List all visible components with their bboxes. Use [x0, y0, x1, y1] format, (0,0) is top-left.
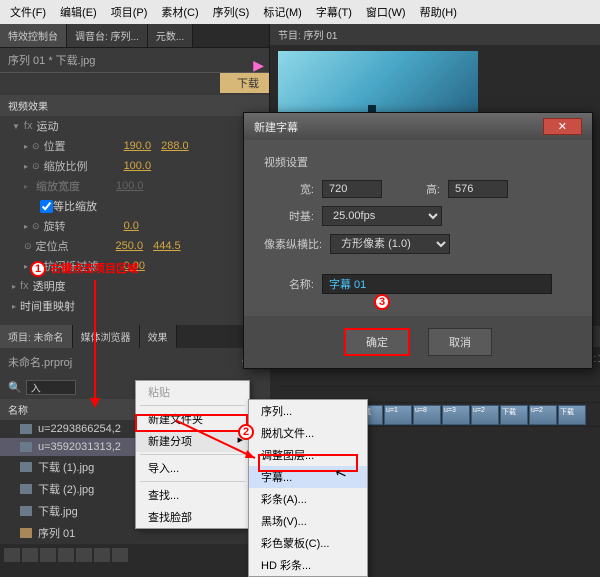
- search-icon[interactable]: 🔍: [8, 381, 22, 394]
- position-y[interactable]: 288.0: [161, 140, 189, 152]
- timeremap-label[interactable]: 时间重映射: [20, 298, 75, 314]
- motion-label[interactable]: 运动: [36, 118, 58, 134]
- ctx-find-face[interactable]: 查找脸部: [136, 506, 249, 528]
- menu-file[interactable]: 文件(F): [4, 2, 52, 22]
- badge-3: 3: [374, 294, 390, 310]
- sub-matte[interactable]: 彩色蒙板(C)...: [249, 532, 367, 554]
- stopwatch-icon[interactable]: ⊙: [32, 141, 40, 152]
- title-name-input[interactable]: [322, 274, 552, 294]
- timeline-clip[interactable]: u=2: [529, 405, 557, 425]
- ctx-import[interactable]: 导入...: [136, 457, 249, 479]
- sub-title[interactable]: 字幕...: [249, 466, 367, 488]
- find-icon[interactable]: [58, 548, 74, 562]
- timeline-clip[interactable]: u=1: [384, 405, 412, 425]
- ok-button[interactable]: 确定: [344, 328, 410, 356]
- context-menu: 粘贴 新建文件夹 新建分项▸ 导入... 查找... 查找脸部: [135, 380, 250, 529]
- search-input[interactable]: [26, 380, 76, 395]
- anchor-x[interactable]: 250.0: [116, 240, 144, 252]
- auto-icon[interactable]: [40, 548, 56, 562]
- timeline-clips[interactable]: 下载 u=1 u=8 u=3 u=2 下载 u=2 下载: [350, 405, 600, 425]
- sub-hd[interactable]: HD 彩条...: [249, 554, 367, 576]
- timeline-clip[interactable]: 下载: [500, 405, 528, 425]
- tab-fx[interactable]: 效果: [140, 325, 177, 348]
- cancel-button[interactable]: 取消: [428, 328, 492, 356]
- scale-value[interactable]: 100.0: [124, 160, 152, 172]
- timeline-clip[interactable]: u=8: [413, 405, 441, 425]
- video-settings-label: 视频设置: [264, 154, 572, 170]
- clip-header: 序列 01 * 下载.jpg ▶: [0, 48, 269, 73]
- menu-window[interactable]: 窗口(W): [360, 2, 412, 22]
- list-view-icon[interactable]: [4, 548, 20, 562]
- new-bin-icon[interactable]: [76, 548, 92, 562]
- timeline-clip[interactable]: 下载: [558, 405, 586, 425]
- ctx-new-folder[interactable]: 新建文件夹: [136, 408, 249, 430]
- ctx-paste: 粘贴: [136, 381, 249, 403]
- menu-help[interactable]: 帮助(H): [414, 2, 463, 22]
- badge-2: 2: [238, 424, 254, 440]
- menu-marker[interactable]: 标记(M): [257, 2, 308, 22]
- delete-icon[interactable]: [112, 548, 128, 562]
- sub-adjust[interactable]: 调整图层...: [249, 444, 367, 466]
- project-filename: 未命名.prproj: [8, 354, 72, 370]
- position-x[interactable]: 190.0: [124, 140, 152, 152]
- menubar: 文件(F) 编辑(E) 项目(P) 素材(C) 序列(S) 标记(M) 字幕(T…: [0, 0, 600, 24]
- new-title-dialog: 新建字幕 ✕ 视频设置 宽:720 高:576 时基: 25.00fps 像素纵…: [243, 112, 593, 369]
- par-select[interactable]: 方形像素 (1.0): [330, 234, 450, 254]
- video-effects-header[interactable]: 视频效果: [0, 95, 269, 116]
- timebase-select[interactable]: 25.00fps: [322, 206, 442, 226]
- icon-view-icon[interactable]: [22, 548, 38, 562]
- rotate-value[interactable]: 0.0: [124, 220, 139, 232]
- timeline-clip[interactable]: u=3: [442, 405, 470, 425]
- tab-project[interactable]: 项目: 未命名: [0, 325, 73, 348]
- sub-black[interactable]: 黑场(V)...: [249, 510, 367, 532]
- dialog-close-button[interactable]: ✕: [543, 118, 582, 135]
- dl-badge: 下载: [220, 73, 269, 93]
- uniform-scale-checkbox[interactable]: [40, 200, 53, 213]
- pink-marker: ▶: [253, 57, 264, 74]
- tab-mixer[interactable]: 调音台: 序列...: [67, 24, 148, 47]
- project-toolbar: [0, 544, 270, 566]
- ctx-new-item[interactable]: 新建分项▸: [136, 430, 249, 452]
- expand-icon[interactable]: ▼: [12, 122, 20, 131]
- annotation-1: 1右键点击项目区域: [30, 260, 138, 277]
- submenu-new-item: 序列... 脱机文件... 调整图层... 字幕... 彩条(A)... 黑场(…: [248, 399, 368, 577]
- sub-sequence[interactable]: 序列...: [249, 400, 367, 422]
- height-field[interactable]: 576: [448, 180, 508, 198]
- menu-edit[interactable]: 编辑(E): [54, 2, 103, 22]
- width-field[interactable]: 720: [322, 180, 382, 198]
- menu-title[interactable]: 字幕(T): [310, 2, 358, 22]
- menu-project[interactable]: 项目(P): [105, 2, 154, 22]
- opacity-label[interactable]: 透明度: [33, 278, 66, 294]
- fx-badge: fx: [24, 120, 33, 132]
- sub-bars[interactable]: 彩条(A)...: [249, 488, 367, 510]
- new-item-icon[interactable]: [94, 548, 110, 562]
- tab-browser[interactable]: 媒体浏览器: [73, 325, 140, 348]
- timeline-clip[interactable]: u=2: [471, 405, 499, 425]
- menu-sequence[interactable]: 序列(S): [207, 2, 256, 22]
- tab-meta[interactable]: 元数...: [148, 24, 193, 47]
- anchor-y[interactable]: 444.5: [153, 240, 181, 252]
- sub-offline[interactable]: 脱机文件...: [249, 422, 367, 444]
- program-header: 节目: 序列 01: [270, 24, 600, 45]
- menu-clip[interactable]: 素材(C): [155, 2, 204, 22]
- ctx-find[interactable]: 查找...: [136, 484, 249, 506]
- dialog-title-text: 新建字幕: [254, 119, 298, 135]
- tab-effects[interactable]: 特效控制台: [0, 24, 67, 47]
